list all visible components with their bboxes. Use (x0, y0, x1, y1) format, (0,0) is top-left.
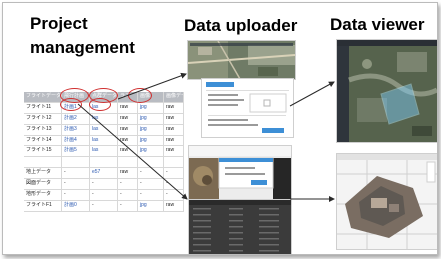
table-cell: 図面データ (24, 179, 62, 190)
table-cell: raw (164, 102, 184, 113)
table-cell: フライト12 (24, 113, 62, 124)
table-row (24, 157, 184, 169)
table-row: 地上データ - e57 raw - - (24, 168, 184, 180)
table-cell: raw (164, 146, 184, 157)
table-cell: raw (164, 113, 184, 124)
table-cell: - (164, 179, 184, 190)
table-cell: - (138, 168, 164, 179)
table-header-cell: 画像データ (164, 92, 184, 102)
table-cell (24, 157, 62, 168)
table-row: フライト12 計画2 las raw jpg raw (24, 113, 184, 125)
table-cell[interactable]: 計画3 (62, 124, 90, 135)
table-cell: - (62, 168, 90, 179)
table-cell: - (118, 179, 138, 190)
table-cell[interactable]: 計画2 (62, 113, 90, 124)
table-cell: フライト13 (24, 124, 62, 135)
table-cell: - (138, 179, 164, 190)
table-cell (118, 157, 138, 168)
table-cell: raw (164, 124, 184, 135)
table-row: フライト13 計画3 las raw jpg raw (24, 124, 184, 136)
table-cell: raw (118, 113, 138, 124)
table-cell[interactable]: jpg (138, 135, 164, 146)
data-viewer-heading: Data viewer (330, 15, 425, 34)
table-cell (90, 157, 118, 168)
table-cell[interactable]: 計画0 (62, 200, 90, 211)
table-cell[interactable]: las (90, 146, 118, 157)
table-cell: - (90, 179, 118, 190)
table-cell: フライト11 (24, 102, 62, 113)
table-cell (138, 157, 164, 168)
annotation-circle (60, 98, 82, 111)
table-row: フライト14 計画4 las raw jpg raw (24, 135, 184, 147)
table-cell: - (90, 200, 118, 211)
table-cell[interactable]: 計画5 (62, 146, 90, 157)
table-cell[interactable]: jpg (138, 113, 164, 124)
slide-frame: Project management Data uploader Data vi… (2, 2, 438, 255)
table-cell: 地形データ (24, 190, 62, 200)
table-cell: フライト14 (24, 135, 62, 146)
annotation-circle (128, 88, 152, 103)
table-cell[interactable]: jpg (138, 200, 164, 211)
annotation-circle (89, 98, 111, 111)
table-row: 図面データ - - - - - (24, 179, 184, 191)
table-cell[interactable]: jpg (138, 124, 164, 135)
table-cell[interactable]: las (90, 135, 118, 146)
table-cell[interactable]: e57 (90, 168, 118, 179)
table-header-cell: フライトデータ名 (24, 92, 62, 102)
project-management-heading-line1: Project (30, 14, 88, 33)
table-cell: フライトF1 (24, 200, 62, 211)
table-cell: - (90, 190, 118, 200)
table-cell: - (118, 200, 138, 211)
table-cell: - (118, 190, 138, 200)
table-cell[interactable]: 計画4 (62, 135, 90, 146)
table-cell: - (138, 190, 164, 200)
table-cell[interactable]: jpg (138, 146, 164, 157)
table-cell (62, 157, 90, 168)
table-cell: raw (118, 102, 138, 113)
uploader-dialog-thumbnail (188, 145, 292, 200)
arrow-to-viewer-upper (289, 81, 335, 107)
table-cell: - (164, 190, 184, 200)
table-cell: raw (118, 135, 138, 146)
project-management-heading-line2: management (30, 38, 135, 57)
table-cell: raw (118, 146, 138, 157)
uploader-aerial-map-thumbnail (187, 40, 296, 80)
table-cell: 地上データ (24, 168, 62, 179)
table-cell: - (62, 190, 90, 200)
viewer-map-thumbnail (336, 39, 437, 143)
table-cell: raw (118, 124, 138, 135)
table-cell: raw (118, 168, 138, 179)
table-row: 地形データ - - - - - (24, 190, 184, 201)
table-cell (164, 157, 184, 168)
table-row: フライトF1 計画0- - jpg raw (24, 200, 184, 212)
table-cell: raw (164, 200, 184, 211)
table-cell[interactable]: jpg (138, 102, 164, 113)
table-cell: フライト15 (24, 146, 62, 157)
viewer-3d-model-thumbnail (336, 153, 437, 250)
uploader-data-list-thumbnail (188, 199, 292, 254)
table-cell: raw (164, 135, 184, 146)
table-cell[interactable]: las (90, 124, 118, 135)
table-row: フライト15 計画5 las raw jpg raw (24, 146, 184, 158)
table-cell: - (62, 179, 90, 190)
table-cell[interactable]: las (90, 113, 118, 124)
uploader-form-thumbnail (201, 78, 294, 138)
table-cell: - (164, 168, 184, 179)
data-uploader-heading: Data uploader (184, 16, 298, 35)
